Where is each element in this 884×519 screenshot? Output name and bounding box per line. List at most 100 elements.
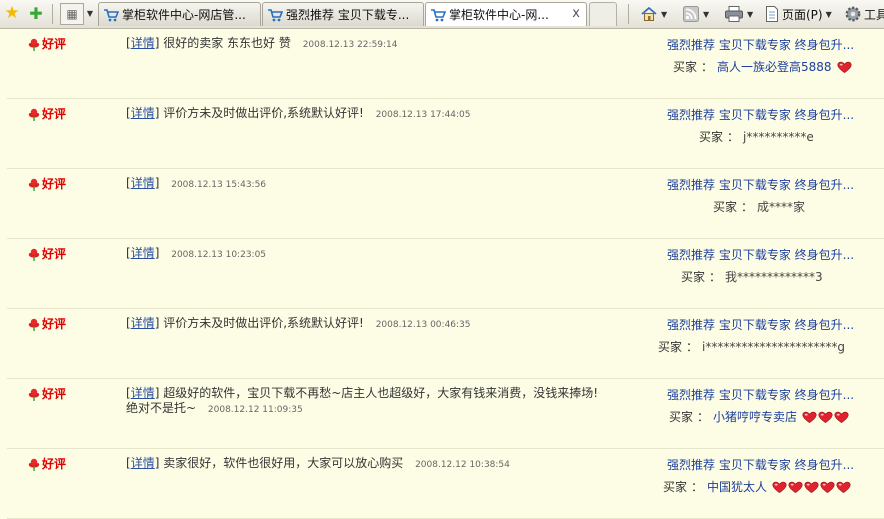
buyer-name: i**********************g <box>702 339 845 354</box>
detail-link[interactable]: 详情 <box>131 36 155 50</box>
comment-text: 评价方未及时做出评价,系统默认好评! <box>163 316 364 330</box>
buyer-info: 买家 ： 小猪哼哼专卖店 <box>669 408 849 425</box>
feedback-comment: [详情] 评价方未及时做出评价,系统默认好评! 2008.12.13 17:44… <box>126 106 471 120</box>
rose-icon <box>28 38 40 51</box>
detail-link[interactable]: 详情 <box>131 106 155 120</box>
new-tab-button[interactable] <box>589 2 617 26</box>
feedback-comment: [详情] 超级好的软件，宝贝下载不再愁~店主人也超级好，大家有钱来消费，没钱来捧… <box>126 386 599 415</box>
rating-good: 好评 <box>27 315 66 332</box>
detail-link[interactable]: 详情 <box>131 316 155 330</box>
buyer-label: 买家 <box>663 480 688 494</box>
buyer-name[interactable]: 中国犹太人 <box>707 478 767 495</box>
buyer-label: 买家 <box>669 410 694 424</box>
feeds-button[interactable]: ▼ <box>682 3 709 25</box>
heart-icon <box>772 481 787 493</box>
buyer-name[interactable]: 高人一族必登高5888 <box>717 58 832 75</box>
browser-tab-2-active[interactable]: 掌柜软件中心-网... x <box>425 2 587 26</box>
feedback-comment: [详情] 卖家很好，软件也很好用，大家可以放心购买 2008.12.12 10:… <box>126 456 510 470</box>
detail-link[interactable]: 详情 <box>131 246 155 260</box>
rating-good: 好评 <box>27 455 66 472</box>
product-link[interactable]: 强烈推荐 宝贝下载专家 终身包升... <box>667 386 854 403</box>
comment-date: 2008.12.13 22:59:14 <box>302 40 398 50</box>
product-link[interactable]: 强烈推荐 宝贝下载专家 终身包升... <box>667 316 854 333</box>
rating-good: 好评 <box>27 105 66 122</box>
product-link[interactable]: 强烈推荐 宝贝下载专家 终身包升... <box>667 106 854 123</box>
rating-good: 好评 <box>27 245 66 262</box>
comment-text: 卖家很好，软件也很好用，大家可以放心购买 <box>163 456 404 470</box>
feedback-row: 好评 [详情] 2008.12.13 10:23:05 强烈推荐 宝贝下载专家 … <box>7 238 884 309</box>
heart-icon <box>804 481 819 493</box>
comment-text-line2: 绝对不是托~ <box>126 401 197 415</box>
print-icon <box>725 6 743 22</box>
heart-icon <box>836 481 851 493</box>
heart-icon <box>818 411 833 423</box>
tab-label: 掌柜软件中心-网店管... <box>122 8 246 22</box>
comment-date: 2008.12.13 17:44:05 <box>375 110 471 120</box>
browser-tab-0[interactable]: 掌柜软件中心-网店管... <box>98 2 261 26</box>
gear-icon <box>845 6 861 22</box>
close-tab-icon[interactable]: x <box>572 6 580 21</box>
buyer-info: 买家 ： j**********e <box>699 128 814 145</box>
home-button[interactable]: ▼ <box>640 3 667 25</box>
comment-date: 2008.12.12 11:09:35 <box>207 405 303 415</box>
rss-feed-icon <box>683 6 699 22</box>
rating-good: 好评 <box>27 385 66 402</box>
home-icon <box>641 6 657 21</box>
quick-tabs-icon[interactable]: ▦ <box>60 3 84 25</box>
buyer-label: 买家 <box>699 130 724 144</box>
heart-icon <box>837 61 852 73</box>
feedback-comment: [详情] 很好的卖家 东东也好 赞 2008.12.13 22:59:14 <box>126 36 398 50</box>
page-menu-label: 页面(P) <box>782 7 823 22</box>
rose-icon <box>28 178 40 191</box>
buyer-info: 买家 ： i**********************g <box>658 338 845 355</box>
page-menu-button[interactable]: 页面(P) ▼ <box>764 3 832 25</box>
comment-date: 2008.12.13 15:43:56 <box>171 180 267 190</box>
comment-text: 超级好的软件，宝贝下载不再愁~店主人也超级好，大家有钱来消费，没钱来捧场! <box>163 386 599 400</box>
feedback-row: 好评 [详情] 2008.12.13 15:43:56 强烈推荐 宝贝下载专家 … <box>7 168 884 239</box>
rose-icon <box>28 318 40 331</box>
product-link[interactable]: 强烈推荐 宝贝下载专家 终身包升... <box>667 246 854 263</box>
buyer-info: 买家 ： 成****家 <box>713 198 805 215</box>
product-link[interactable]: 强烈推荐 宝贝下载专家 终身包升... <box>667 176 854 193</box>
rose-icon <box>28 458 40 471</box>
tools-menu-button[interactable]: 工具 <box>844 3 884 25</box>
comment-date: 2008.12.13 00:46:35 <box>375 320 471 330</box>
buyer-credit-hearts <box>836 60 852 74</box>
buyer-name: j**********e <box>743 129 814 144</box>
detail-link[interactable]: 详情 <box>131 386 155 400</box>
shopping-cart-icon <box>104 8 119 21</box>
comment-date: 2008.12.12 10:38:54 <box>415 460 510 470</box>
feedback-comment: [详情] 2008.12.13 10:23:05 <box>126 246 267 260</box>
product-link[interactable]: 强烈推荐 宝贝下载专家 终身包升... <box>667 456 854 473</box>
rating-good: 好评 <box>27 175 66 192</box>
comment-date: 2008.12.13 10:23:05 <box>171 250 267 260</box>
detail-link[interactable]: 详情 <box>131 456 155 470</box>
buyer-sep: ： <box>697 410 710 424</box>
heart-icon <box>788 481 803 493</box>
product-link[interactable]: 强烈推荐 宝贝下载专家 终身包升... <box>667 36 854 53</box>
print-button[interactable]: ▼ <box>724 3 753 25</box>
buyer-label: 买家 <box>658 340 683 354</box>
buyer-name[interactable]: 小猪哼哼专卖店 <box>713 408 797 425</box>
feedback-row: 好评 [详情] 卖家很好，软件也很好用，大家可以放心购买 2008.12.12 … <box>7 448 884 519</box>
tab-list-dropdown-icon[interactable]: ▼ <box>84 3 96 23</box>
chevron-down-icon[interactable]: ▼ <box>661 10 667 19</box>
buyer-credit-hearts <box>801 410 849 424</box>
feedback-row: 好评 [详情] 评价方未及时做出评价,系统默认好评! 2008.12.13 17… <box>7 98 884 169</box>
buyer-name: 我*************3 <box>725 270 823 284</box>
rating-label: 好评 <box>42 177 67 191</box>
detail-link[interactable]: 详情 <box>131 176 155 190</box>
favorites-star-icon[interactable]: ★ <box>2 3 22 23</box>
chevron-down-icon[interactable]: ▼ <box>826 10 832 19</box>
shopping-cart-icon <box>268 8 283 21</box>
rose-icon <box>28 248 40 261</box>
feedback-comment: [详情] 评价方未及时做出评价,系统默认好评! 2008.12.13 00:46… <box>126 316 471 330</box>
heart-icon <box>802 411 817 423</box>
chevron-down-icon[interactable]: ▼ <box>703 10 709 19</box>
tab-label: 强烈推荐 宝贝下载专... <box>286 8 410 22</box>
toolbar-divider <box>52 4 53 24</box>
tools-menu-label: 工具 <box>864 7 884 22</box>
browser-tab-1[interactable]: 强烈推荐 宝贝下载专... <box>262 2 424 26</box>
chevron-down-icon[interactable]: ▼ <box>747 10 753 19</box>
add-favorite-icon[interactable]: ✚ <box>26 3 46 23</box>
